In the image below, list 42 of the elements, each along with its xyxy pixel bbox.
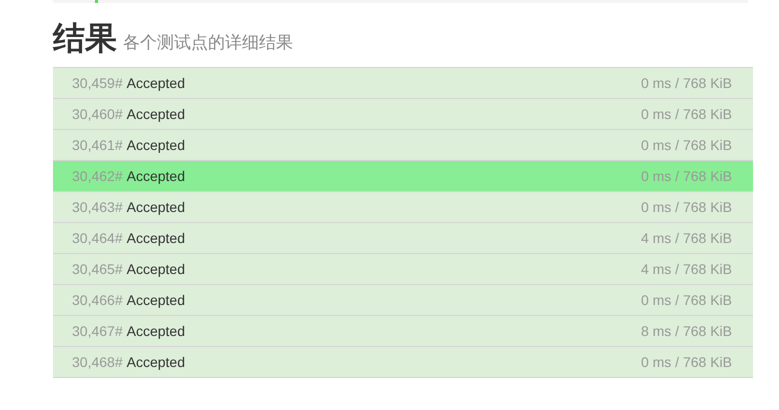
test-id: 30,460#: [72, 104, 123, 124]
test-id: 30,467#: [72, 322, 123, 340]
time-memory-usage: 0 ms / 768 KiB: [640, 136, 732, 154]
test-status: Accepted: [126, 104, 185, 124]
test-id: 30,466#: [72, 290, 123, 310]
test-result-row[interactable]: 30,459# Accepted 0 ms / 768 KiB: [53, 68, 753, 99]
test-result-row[interactable]: 30,464# Accepted 4 ms / 768 KiB: [53, 223, 753, 254]
test-result-row[interactable]: 30,463# Accepted 0 ms / 768 KiB: [53, 192, 753, 223]
test-result-row[interactable]: 30,461# Accepted 0 ms / 768 KiB: [53, 130, 753, 161]
time-memory-usage: 0 ms / 768 KiB: [640, 104, 732, 124]
test-status: Accepted: [126, 228, 185, 248]
time-memory-usage: 4 ms / 768 KiB: [640, 260, 732, 278]
test-result-row[interactable]: 30,468# Accepted 0 ms / 768 KiB: [53, 347, 753, 378]
time-memory-usage: 0 ms / 768 KiB: [640, 198, 732, 216]
time-memory-usage: 0 ms / 768 KiB: [640, 352, 732, 372]
test-id: 30,465#: [72, 260, 123, 278]
test-status: Accepted: [126, 136, 185, 155]
test-result-row[interactable]: 30,460# Accepted 0 ms / 768 KiB: [53, 99, 753, 130]
test-id: 30,464#: [72, 228, 123, 248]
test-result-row[interactable]: 30,467# Accepted 8 ms / 768 KiB: [53, 316, 753, 347]
test-id: 30,462#: [72, 166, 123, 186]
section-title: 结果: [53, 19, 117, 58]
time-memory-usage: 4 ms / 768 KiB: [640, 228, 732, 248]
test-status: Accepted: [126, 260, 185, 279]
test-id: 30,463#: [72, 198, 123, 216]
time-memory-usage: 0 ms / 768 KiB: [640, 166, 732, 186]
test-id: 30,461#: [72, 136, 123, 154]
time-memory-usage: 8 ms / 768 KiB: [640, 322, 732, 340]
test-result-row[interactable]: 30,462# Accepted 0 ms / 768 KiB: [53, 161, 753, 192]
test-result-row[interactable]: 30,466# Accepted 0 ms / 768 KiB: [53, 285, 753, 316]
test-result-row[interactable]: 30,465# Accepted 4 ms / 768 KiB: [53, 254, 753, 285]
test-status: Accepted: [126, 290, 185, 310]
test-id: 30,468#: [72, 352, 123, 372]
test-status: Accepted: [126, 198, 185, 217]
test-status: Accepted: [126, 352, 185, 372]
test-status: Accepted: [126, 322, 185, 341]
test-status: Accepted: [126, 74, 185, 93]
section-subtitle: 各个测试点的详细结果: [123, 32, 293, 54]
test-status: Accepted: [126, 166, 185, 186]
test-id: 30,459#: [72, 74, 123, 92]
time-memory-usage: 0 ms / 768 KiB: [640, 290, 732, 310]
time-memory-usage: 0 ms / 768 KiB: [640, 74, 732, 92]
